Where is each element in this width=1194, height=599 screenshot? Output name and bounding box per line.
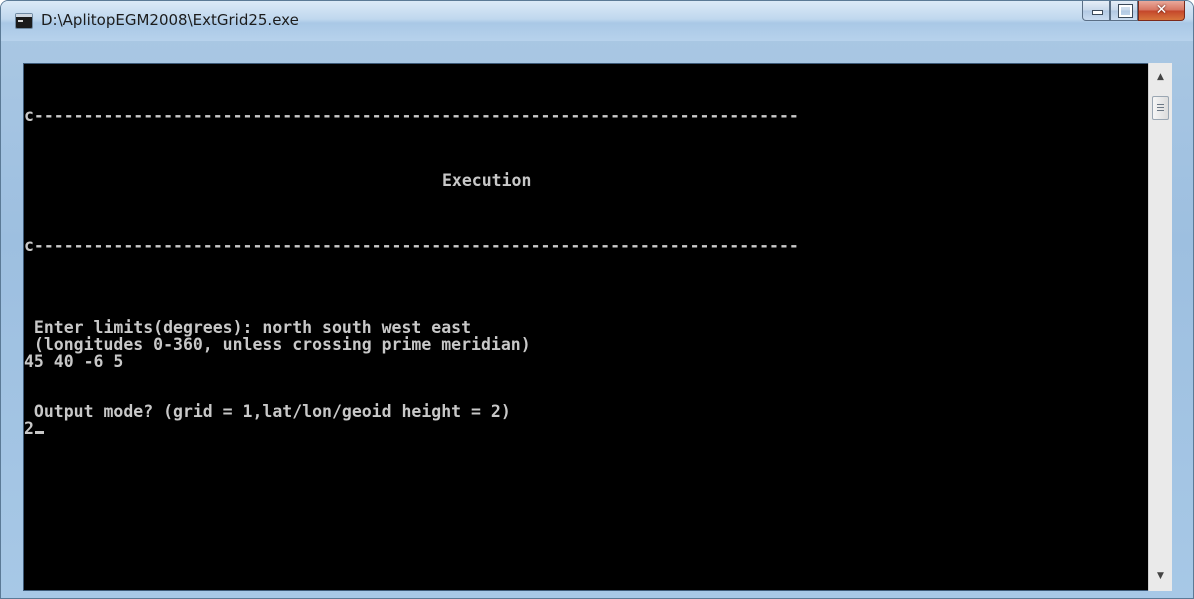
- maximize-icon: [1118, 4, 1133, 18]
- input-limits: 45 40 -6 5: [24, 352, 124, 371]
- prompt-output-mode: Output mode? (grid = 1,lat/lon/geoid hei…: [24, 402, 511, 421]
- thumb-grip-line: [1157, 104, 1164, 105]
- scroll-up-arrow-icon[interactable]: ▲: [1152, 69, 1169, 86]
- window-title: D:\AplitopEGM2008\ExtGrid25.exe: [41, 11, 299, 29]
- console-output[interactable]: c---------------------------------------…: [23, 63, 1150, 591]
- close-icon: ✕: [1155, 2, 1168, 18]
- minimize-button[interactable]: [1082, 1, 1110, 21]
- execution-heading: Execution: [442, 171, 532, 190]
- vertical-scrollbar[interactable]: ▲ ▼: [1148, 63, 1172, 591]
- text-cursor: [34, 431, 44, 434]
- close-button[interactable]: ✕: [1138, 1, 1185, 21]
- minimize-icon: [1092, 10, 1103, 15]
- console-window: D:\AplitopEGM2008\ExtGrid25.exe ✕ c-----…: [0, 0, 1194, 599]
- caption-buttons: ✕: [1082, 1, 1185, 23]
- thumb-grip-line: [1157, 110, 1164, 111]
- scrollbar-thumb[interactable]: [1152, 96, 1169, 120]
- separator-line-1: c---------------------------------------…: [24, 106, 799, 125]
- separator-line-2: c---------------------------------------…: [24, 236, 799, 255]
- scroll-down-arrow-icon[interactable]: ▼: [1152, 568, 1169, 585]
- thumb-grip-line: [1157, 107, 1164, 108]
- maximize-button[interactable]: [1110, 1, 1138, 21]
- input-line[interactable]: 2: [24, 419, 44, 438]
- input-output-mode: 2: [24, 419, 34, 438]
- title-bar[interactable]: D:\AplitopEGM2008\ExtGrid25.exe ✕: [1, 1, 1193, 41]
- console-app-icon[interactable]: [15, 13, 33, 29]
